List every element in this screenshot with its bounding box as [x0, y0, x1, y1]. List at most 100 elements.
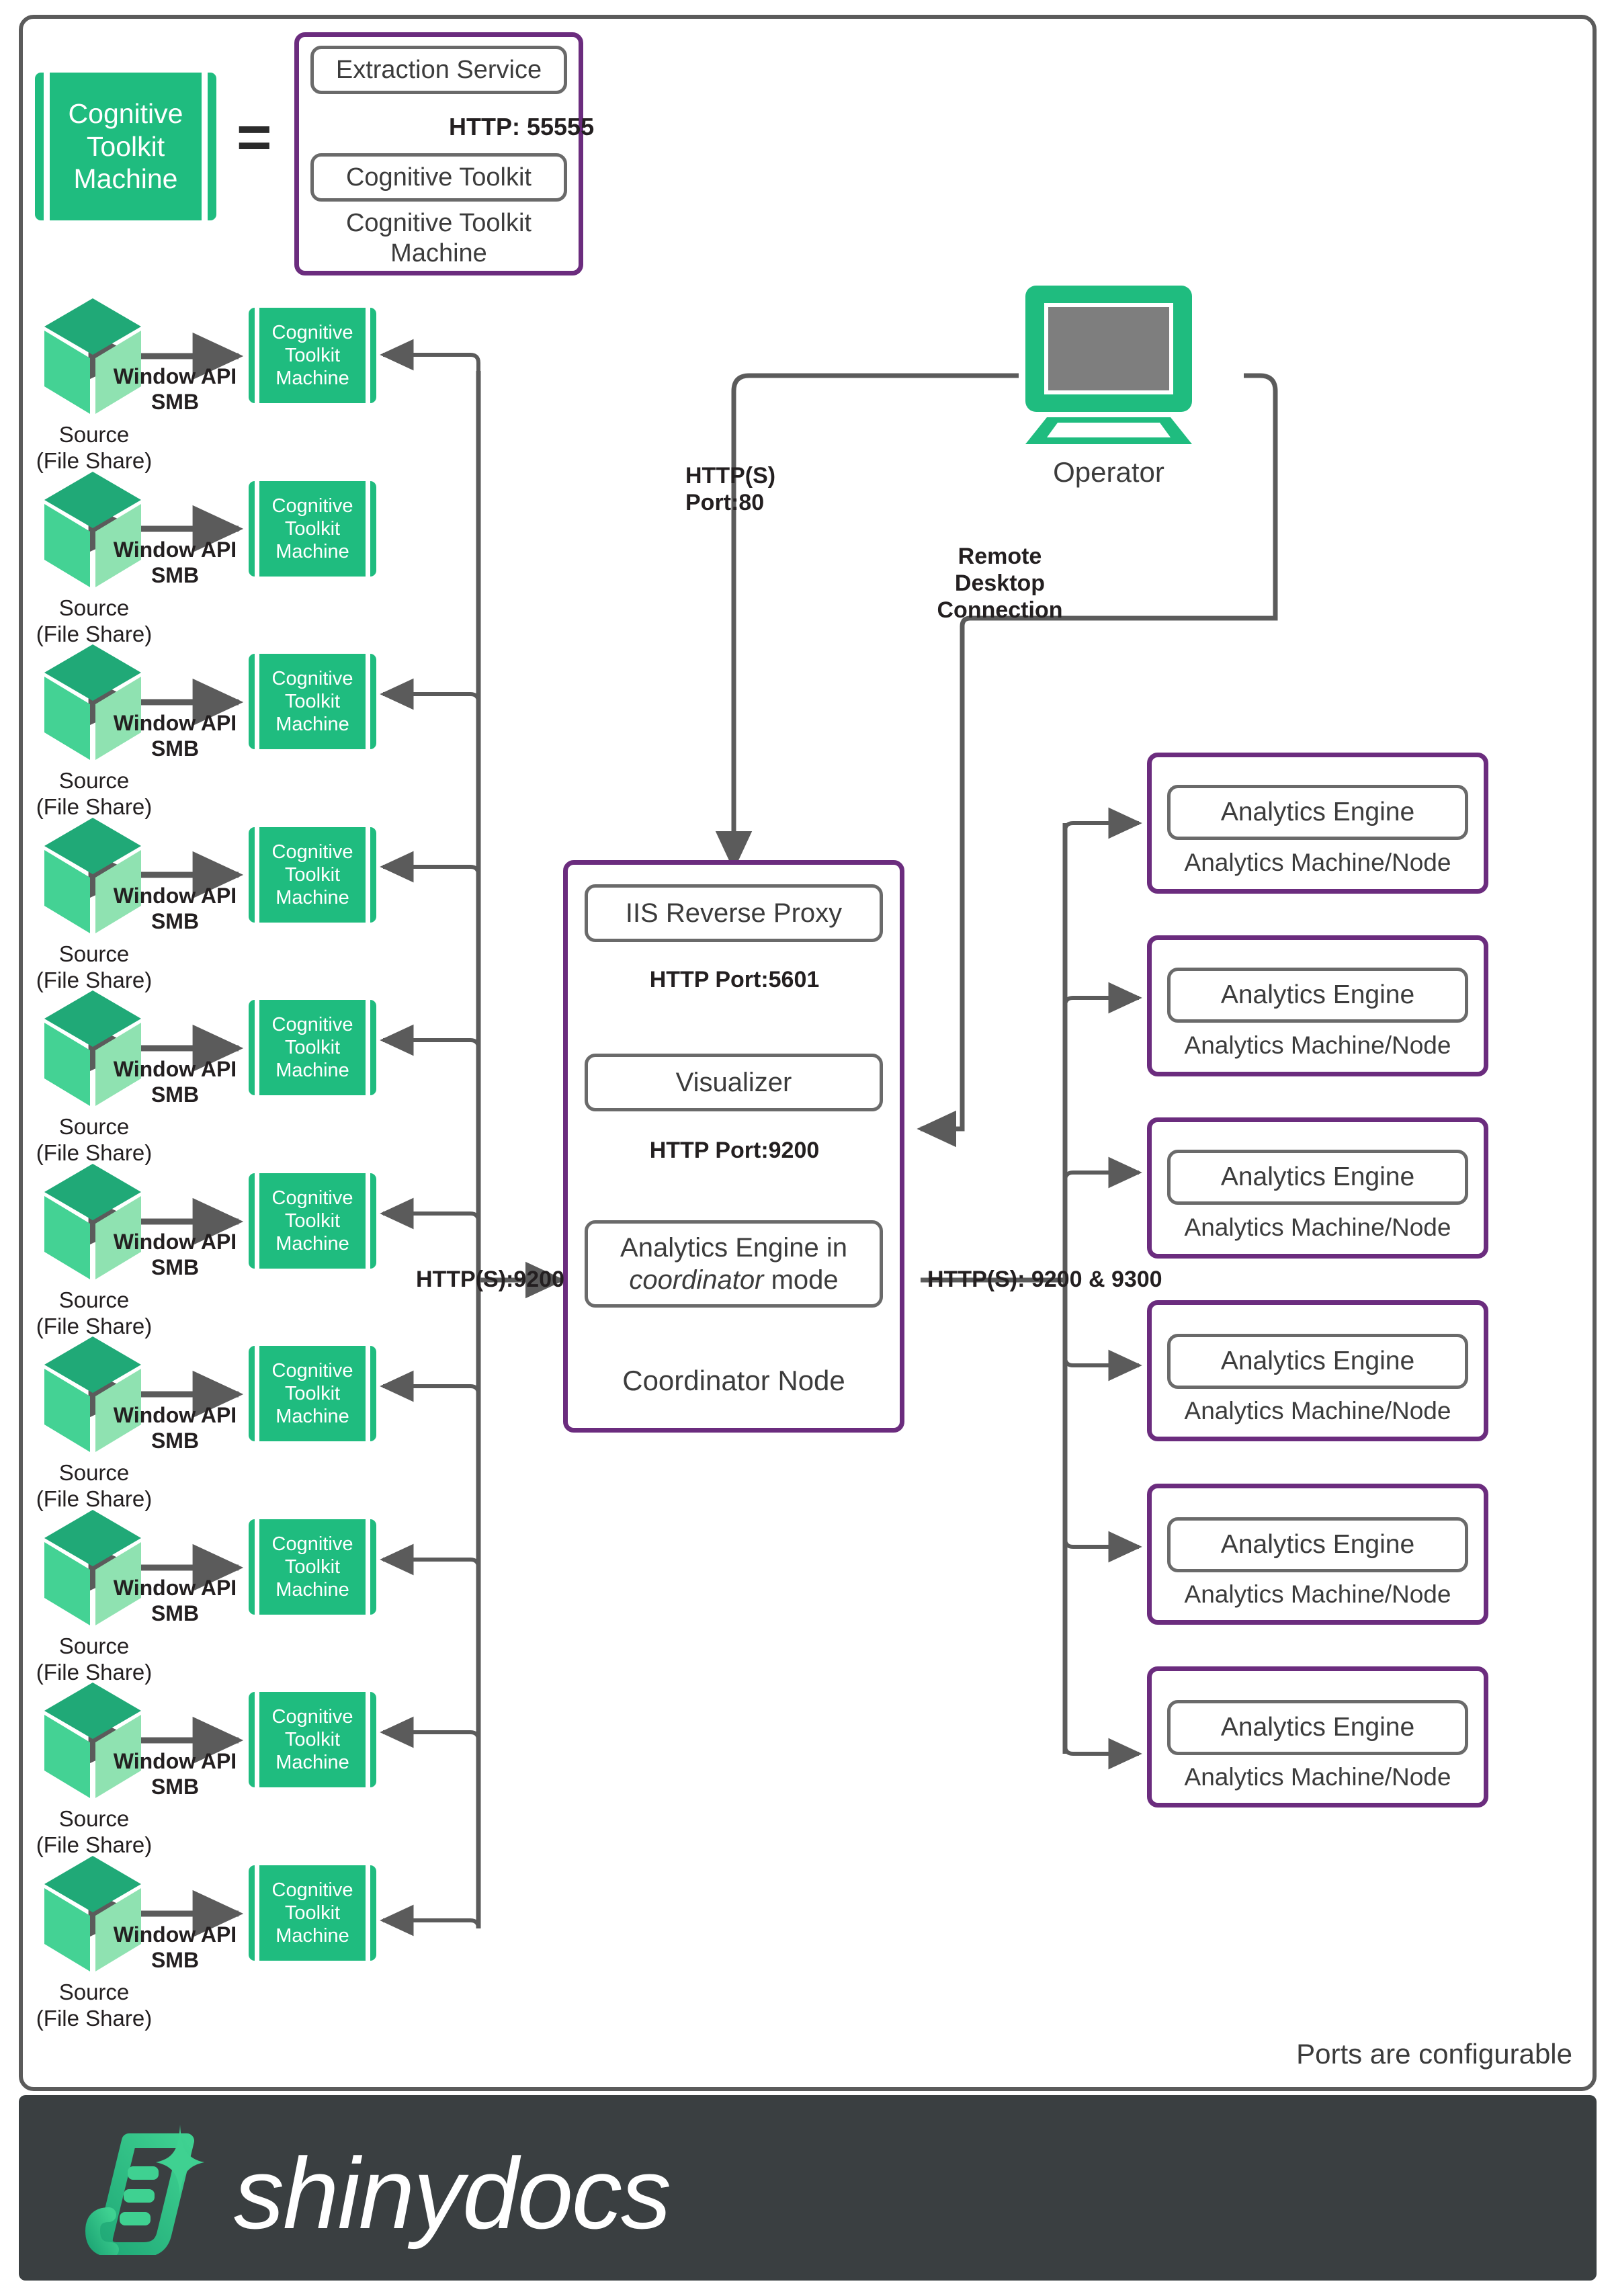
ctk-line2: Toolkit: [284, 517, 341, 540]
source-link-label: Window API SMB: [106, 711, 244, 762]
source-link-line1: Window API: [113, 538, 237, 562]
analytics-engine-box: Analytics Engine: [1167, 968, 1468, 1023]
analytics-machine-node-caption: Analytics Machine/Node: [1184, 1763, 1451, 1791]
chip-spine-left: [255, 1000, 259, 1095]
coordinator-node-caption: Coordinator Node: [622, 1365, 845, 1396]
analytics-engine-label: Analytics Engine: [1220, 798, 1415, 826]
cognitive-toolkit-machine-chip: Cognitive Toolkit Machine: [249, 654, 376, 749]
chip-spine-right: [366, 827, 370, 923]
ctk-line3: Machine: [275, 1060, 349, 1082]
ctk-line3: Machine: [275, 887, 349, 909]
source-caption-line1: Source: [58, 768, 130, 793]
ports-configurable-note: Ports are configurable: [1296, 2038, 1572, 2070]
analytics-engine-label: Analytics Engine: [1220, 1713, 1415, 1742]
operator-http-link-label: HTTP(S) Port:80: [685, 462, 775, 516]
analytics-engine-box: Analytics Engine: [1167, 1334, 1468, 1389]
analytics-machine-node-caption: Analytics Machine/Node: [1184, 1397, 1451, 1425]
ctk-line1: Cognitive: [271, 1879, 353, 1901]
source-link-line2: SMB: [151, 736, 200, 761]
analytics-machine-node-caption: Analytics Machine/Node: [1184, 1580, 1451, 1608]
source-link-label: Window API SMB: [106, 1403, 244, 1454]
source-link-line1: Window API: [113, 1230, 237, 1254]
ctk-line2: Toolkit: [284, 344, 341, 366]
source-link-line2: SMB: [151, 389, 200, 414]
analytics-machine-node-caption: Analytics Machine/Node: [1184, 1031, 1451, 1059]
source-caption-line1: Source: [58, 422, 130, 447]
analytics-engine-box: Analytics Engine: [1167, 1700, 1468, 1755]
legend-chip-line2: Toolkit: [86, 130, 165, 162]
source-link-line1: Window API: [113, 711, 237, 735]
legend-equals-sign: =: [237, 104, 272, 171]
analytics-engine-coordinator-box: Analytics Engine in coordinator mode: [585, 1220, 883, 1308]
ctk-line3: Machine: [275, 714, 349, 736]
chip-spine-right: [202, 73, 208, 220]
source-link-line1: Window API: [113, 1749, 237, 1773]
source-link-line2: SMB: [151, 1082, 200, 1107]
coordinator-nodes-link-label: HTTP(S): 9200 & 9300: [927, 1267, 1162, 1292]
legend-group-caption-line2: Machine: [390, 239, 487, 267]
coordinator-engine-label-line1: Analytics Engine in: [620, 1233, 847, 1263]
ctk-line3: Machine: [275, 368, 349, 390]
cognitive-toolkit-machine-chip: Cognitive Toolkit Machine: [249, 1692, 376, 1787]
analytics-engine-box: Analytics Engine: [1167, 785, 1468, 840]
source-caption-line1: Source: [58, 1460, 130, 1485]
source-caption: Source (File Share): [13, 1287, 175, 1340]
operator-label: Operator: [1053, 456, 1164, 488]
coordinator-engine-label-line3: mode: [771, 1265, 839, 1295]
source-link-line2: SMB: [151, 1255, 200, 1279]
analytics-engine-box: Analytics Engine: [1167, 1517, 1468, 1572]
chip-spine-right: [366, 1346, 370, 1441]
cognitive-toolkit-machine-chip: Cognitive Toolkit Machine: [249, 481, 376, 577]
source-link-label: Window API SMB: [106, 538, 244, 589]
source-link-line2: SMB: [151, 1947, 200, 1972]
analytics-machine-node-caption: Analytics Machine/Node: [1184, 849, 1451, 876]
source-link-label: Window API SMB: [106, 364, 244, 415]
chip-spine-right: [366, 654, 370, 749]
ctk-line2: Toolkit: [284, 1902, 341, 1924]
source-caption-line1: Source: [58, 941, 130, 966]
source-link-label: Window API SMB: [106, 884, 244, 935]
chip-spine-right: [366, 1000, 370, 1095]
operator-rdp-line2: Desktop: [954, 570, 1046, 597]
chip-spine-right: [366, 308, 370, 403]
iis-reverse-proxy-label: IIS Reverse Proxy: [625, 898, 843, 928]
chip-spine-right: [366, 1173, 370, 1269]
ctk-line2: Toolkit: [284, 863, 341, 886]
chip-spine-right: [366, 1692, 370, 1787]
analytics-machine-node-caption: Analytics Machine/Node: [1184, 1214, 1451, 1241]
legend-cognitive-toolkit-box: Cognitive Toolkit: [310, 153, 567, 202]
ctk-line1: Cognitive: [271, 1013, 353, 1035]
source-caption: Source (File Share): [13, 1980, 175, 2032]
source-caption-line1: Source: [58, 1633, 130, 1658]
source-link-line1: Window API: [113, 1922, 237, 1947]
ctk-line2: Toolkit: [284, 1036, 341, 1058]
source-caption: Source (File Share): [13, 941, 175, 994]
visualizer-label: Visualizer: [675, 1067, 792, 1097]
ctk-line2: Toolkit: [284, 1209, 341, 1232]
source-caption: Source (File Share): [13, 595, 175, 648]
source-link-line2: SMB: [151, 1428, 200, 1453]
source-link-label: Window API SMB: [106, 1922, 244, 1973]
iis-reverse-proxy-box: IIS Reverse Proxy: [585, 884, 883, 942]
proxy-visualizer-link-label: HTTP Port:5601: [649, 967, 820, 992]
analytics-engine-label: Analytics Engine: [1220, 1162, 1415, 1191]
source-caption: Source (File Share): [13, 1806, 175, 1859]
ctk-line3: Machine: [275, 541, 349, 563]
legend-group-caption: Cognitive Toolkit Machine: [294, 208, 583, 269]
ctk-line1: Cognitive: [271, 841, 353, 863]
architecture-diagram: Cognitive Toolkit Machine = Extraction S…: [0, 0, 1612, 2296]
legend-cognitive-toolkit-machine-chip: Cognitive Toolkit Machine: [35, 73, 216, 220]
analytics-engine-box: Analytics Engine: [1167, 1150, 1468, 1205]
chip-spine-left: [44, 73, 50, 220]
ctk-line1: Cognitive: [271, 1533, 353, 1555]
operator-rdp-link-label: Remote Desktop Connection: [926, 543, 1074, 624]
legend-chip-line1: Cognitive: [68, 98, 183, 130]
source-link-label: Window API SMB: [106, 1749, 244, 1800]
chip-spine-right: [366, 1519, 370, 1615]
source-caption-line2: (File Share): [36, 2005, 153, 2031]
chip-spine-left: [255, 1692, 259, 1787]
chip-spine-left: [255, 1173, 259, 1269]
source-link-line2: SMB: [151, 1774, 200, 1799]
source-link-line2: SMB: [151, 908, 200, 933]
source-link-label: Window API SMB: [106, 1230, 244, 1281]
